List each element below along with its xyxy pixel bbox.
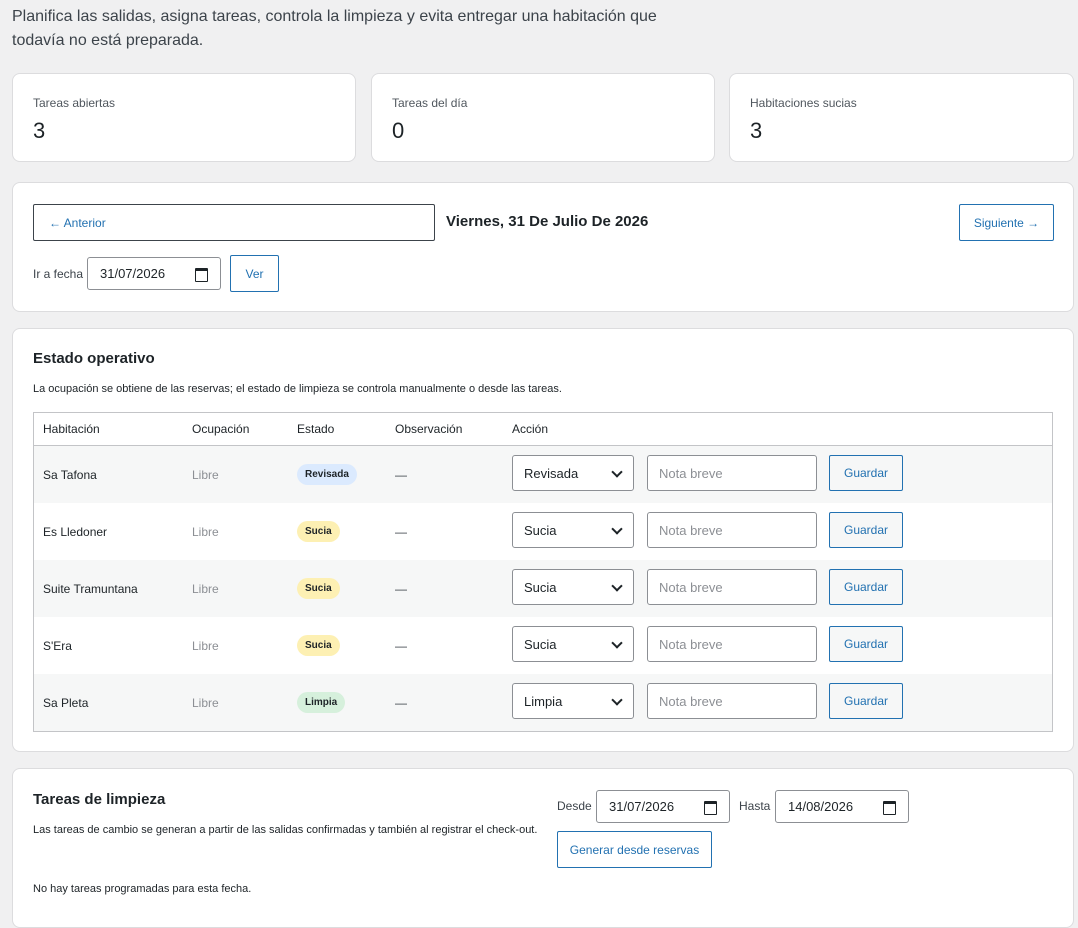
room-name: S'Era (43, 638, 72, 653)
note-input[interactable] (647, 455, 817, 491)
occupancy: Libre (183, 560, 288, 617)
view-date-button[interactable]: Ver (230, 255, 279, 292)
tasks-title: Tareas de limpieza (33, 791, 166, 808)
date-navigation-card: ← Anterior Viernes, 31 De Julio De 2026 … (12, 182, 1074, 312)
col-header-status: Estado (288, 412, 386, 446)
note-input[interactable] (647, 512, 817, 548)
status-select[interactable]: Revisada (512, 455, 634, 491)
room-name: Suite Tramuntana (33, 560, 183, 617)
save-button[interactable]: Guardar (829, 683, 903, 719)
stat-label: Tareas abiertas (33, 96, 116, 110)
current-date-title: Viernes, 31 De Julio De 2026 (446, 213, 649, 230)
tasks-description: Las tareas de cambio se generan a partir… (33, 824, 538, 836)
calendar-icon (883, 800, 896, 815)
room-name: Sa Pleta (33, 674, 183, 732)
chevron-down-icon (611, 694, 623, 706)
from-date-input[interactable]: 31/07/2026 (596, 790, 730, 823)
status-badge: Sucia (297, 635, 340, 656)
stat-card-day-tasks: Tareas del día 0 (371, 73, 715, 162)
stat-label: Tareas del día (392, 96, 468, 110)
generate-from-bookings-button[interactable]: Generar desde reservas (557, 831, 712, 868)
goto-date-input[interactable]: 31/07/2026 (87, 257, 221, 290)
from-date-label: Desde (557, 799, 592, 813)
rooms-status-table: Habitación Ocupación Estado Observación … (33, 412, 1053, 732)
observation: — (386, 674, 503, 732)
note-input[interactable] (647, 683, 817, 719)
col-header-action: Acción (503, 412, 1053, 446)
status-badge: Limpia (297, 692, 346, 713)
room-name: Es Lledoner (43, 524, 108, 539)
goto-date-label: Ir a fecha (33, 267, 84, 281)
stat-card-dirty-rooms: Habitaciones sucias 3 (729, 73, 1074, 162)
occupancy: Libre (192, 638, 219, 653)
status-cell: Limpia (288, 674, 386, 732)
chevron-down-icon (611, 466, 623, 478)
status-badge: Revisada (297, 464, 357, 485)
table-row: Sa PletaLibreLimpia—LimpiaGuardar (33, 674, 1053, 732)
action-cell: Sucia Guardar (503, 503, 1053, 560)
chevron-down-icon (611, 523, 623, 535)
observation: — (395, 524, 407, 539)
to-date-label: Hasta (739, 799, 771, 813)
stat-value: 3 (750, 118, 763, 143)
status-select[interactable]: Sucia (512, 626, 634, 662)
status-badge: Sucia (297, 521, 340, 542)
from-date-value: 31/07/2026 (609, 799, 675, 814)
status-select[interactable]: Limpia (512, 683, 634, 719)
note-input[interactable] (647, 569, 817, 605)
col-header-room: Habitación (33, 412, 183, 446)
status-select[interactable]: Sucia (512, 512, 634, 548)
stat-card-open-tasks: Tareas abiertas 3 (12, 73, 356, 162)
save-button[interactable]: Guardar (829, 455, 903, 491)
next-day-button[interactable]: Siguiente → (959, 204, 1054, 241)
action-cell: Revisada Guardar (503, 445, 1053, 503)
stat-value: 0 (392, 118, 405, 143)
status-cell: Sucia (288, 560, 386, 617)
ops-description: La ocupación se obtiene de las reservas;… (33, 383, 562, 395)
occupancy: Libre (192, 524, 219, 539)
action-cell: Limpia Guardar (503, 674, 1053, 732)
status-badge: Sucia (297, 578, 340, 599)
observation: — (386, 560, 503, 617)
table-row: Sa TafonaLibreRevisada—RevisadaGuardar (33, 445, 1053, 503)
cleaning-tasks-card: Tareas de limpieza Las tareas de cambio … (12, 768, 1074, 928)
room-name: Sa Tafona (33, 445, 183, 503)
chevron-down-icon (611, 637, 623, 649)
stat-label: Habitaciones sucias (750, 96, 857, 110)
occupancy: Libre (183, 445, 288, 503)
chevron-down-icon (611, 580, 623, 592)
table-row: Es Lledoner Libre Sucia — Sucia Guardar (34, 503, 1053, 560)
status-cell: Sucia (288, 503, 386, 560)
save-button[interactable]: Guardar (829, 569, 903, 605)
stat-value: 3 (33, 118, 46, 143)
table-row: Suite TramuntanaLibreSucia—SuciaGuardar (33, 560, 1053, 617)
action-cell: Sucia Guardar (503, 560, 1053, 617)
col-header-observation: Observación (386, 412, 503, 446)
occupancy: Libre (183, 674, 288, 732)
action-cell: Sucia Guardar (503, 617, 1053, 674)
status-select[interactable]: Sucia (512, 569, 634, 605)
calendar-icon (704, 800, 717, 815)
intro-text: Planifica las salidas, asigna tareas, co… (12, 8, 657, 49)
save-button[interactable]: Guardar (829, 626, 903, 662)
calendar-icon (195, 267, 208, 282)
col-header-occupancy: Ocupación (183, 412, 288, 446)
status-cell: Sucia (288, 617, 386, 674)
observation: — (395, 638, 407, 653)
table-row: S'Era Libre Sucia — Sucia Guardar (34, 617, 1053, 674)
operational-status-card: Estado operativo La ocupación se obtiene… (12, 328, 1074, 752)
observation: — (386, 445, 503, 503)
to-date-value: 14/08/2026 (788, 799, 854, 814)
tasks-empty-message: No hay tareas programadas para esta fech… (33, 883, 252, 895)
save-button[interactable]: Guardar (829, 512, 903, 548)
to-date-input[interactable]: 14/08/2026 (775, 790, 909, 823)
previous-day-button[interactable]: ← Anterior (33, 204, 435, 241)
note-input[interactable] (647, 626, 817, 662)
status-cell: Revisada (288, 445, 386, 503)
ops-title: Estado operativo (33, 350, 155, 367)
goto-date-value: 31/07/2026 (100, 266, 166, 281)
